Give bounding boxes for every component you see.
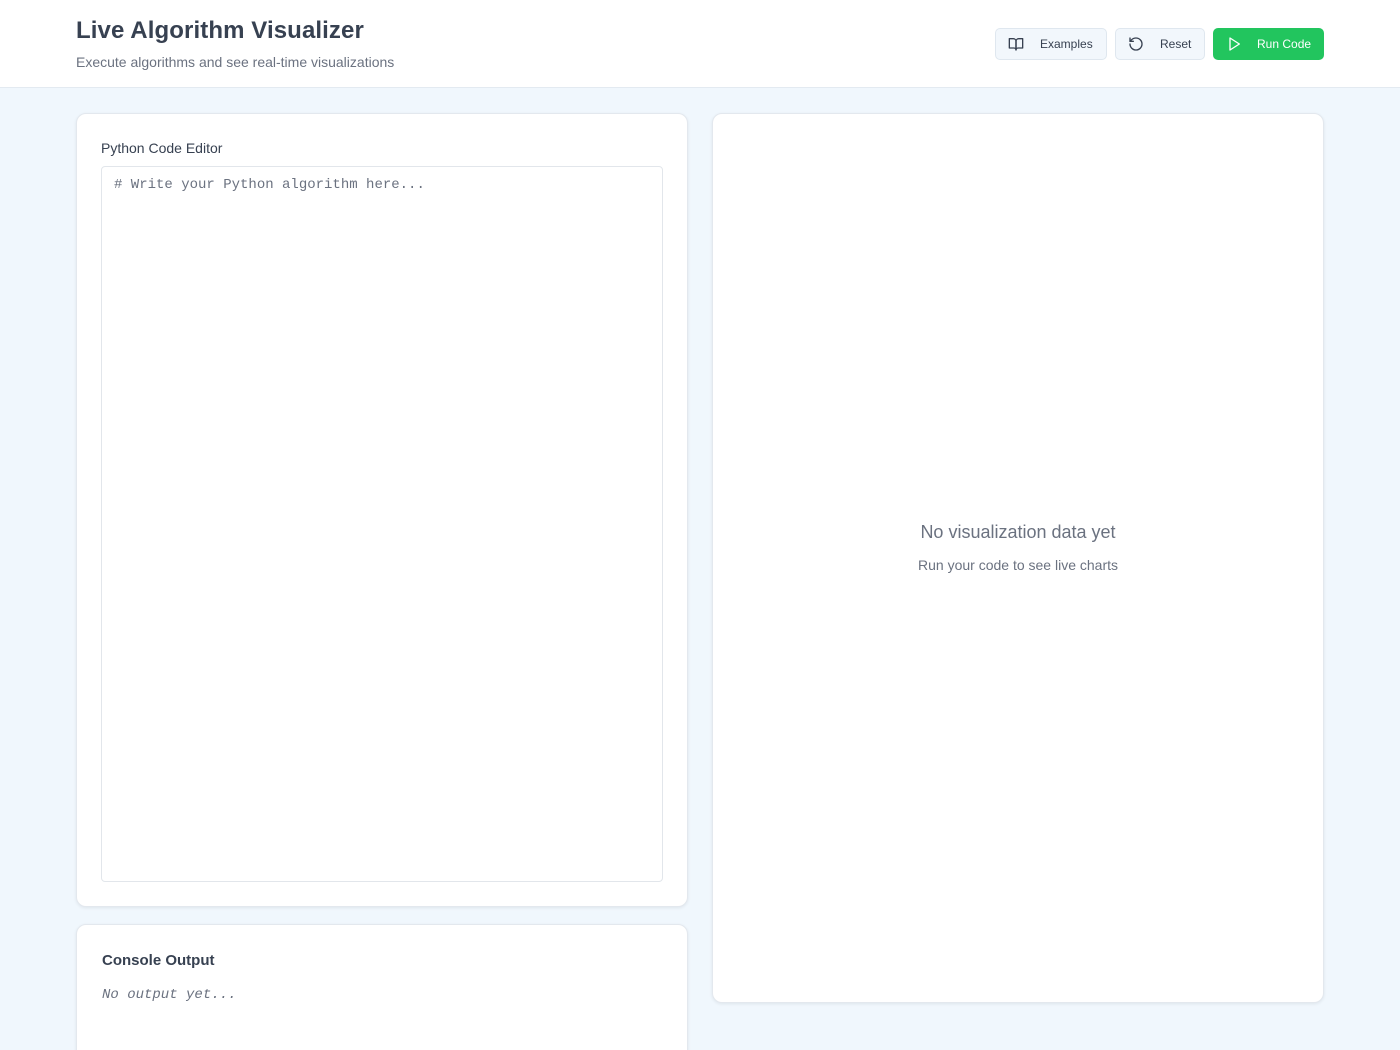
empty-state-title: No visualization data yet (920, 522, 1116, 542)
code-editor-panel: Python Code Editor (76, 113, 688, 907)
app-header: Live Algorithm Visualizer Execute algori… (0, 0, 1400, 88)
run-code-button[interactable]: Run Code (1213, 28, 1324, 60)
page-title: Live Algorithm Visualizer (76, 17, 364, 44)
console-output-panel: Console Output No output yet... (76, 924, 688, 1050)
code-editor-input[interactable] (101, 166, 663, 882)
run-code-button-label: Run Code (1257, 37, 1312, 51)
examples-button[interactable]: Examples (995, 28, 1107, 60)
book-open-icon (1008, 36, 1024, 52)
visualization-panel: No visualization data yet Run your code … (712, 113, 1324, 1003)
empty-state-subtitle: Run your code to see live charts (918, 557, 1118, 573)
code-editor-label: Python Code Editor (101, 140, 223, 156)
rotate-ccw-icon (1128, 36, 1144, 52)
examples-button-label: Examples (1040, 37, 1093, 51)
reset-button-label: Reset (1160, 37, 1192, 51)
console-output-text: No output yet... (102, 987, 237, 1003)
play-icon (1226, 36, 1242, 52)
page-subtitle: Execute algorithms and see real-time vis… (76, 54, 395, 70)
reset-button[interactable]: Reset (1115, 28, 1205, 60)
console-output-title: Console Output (102, 952, 215, 969)
